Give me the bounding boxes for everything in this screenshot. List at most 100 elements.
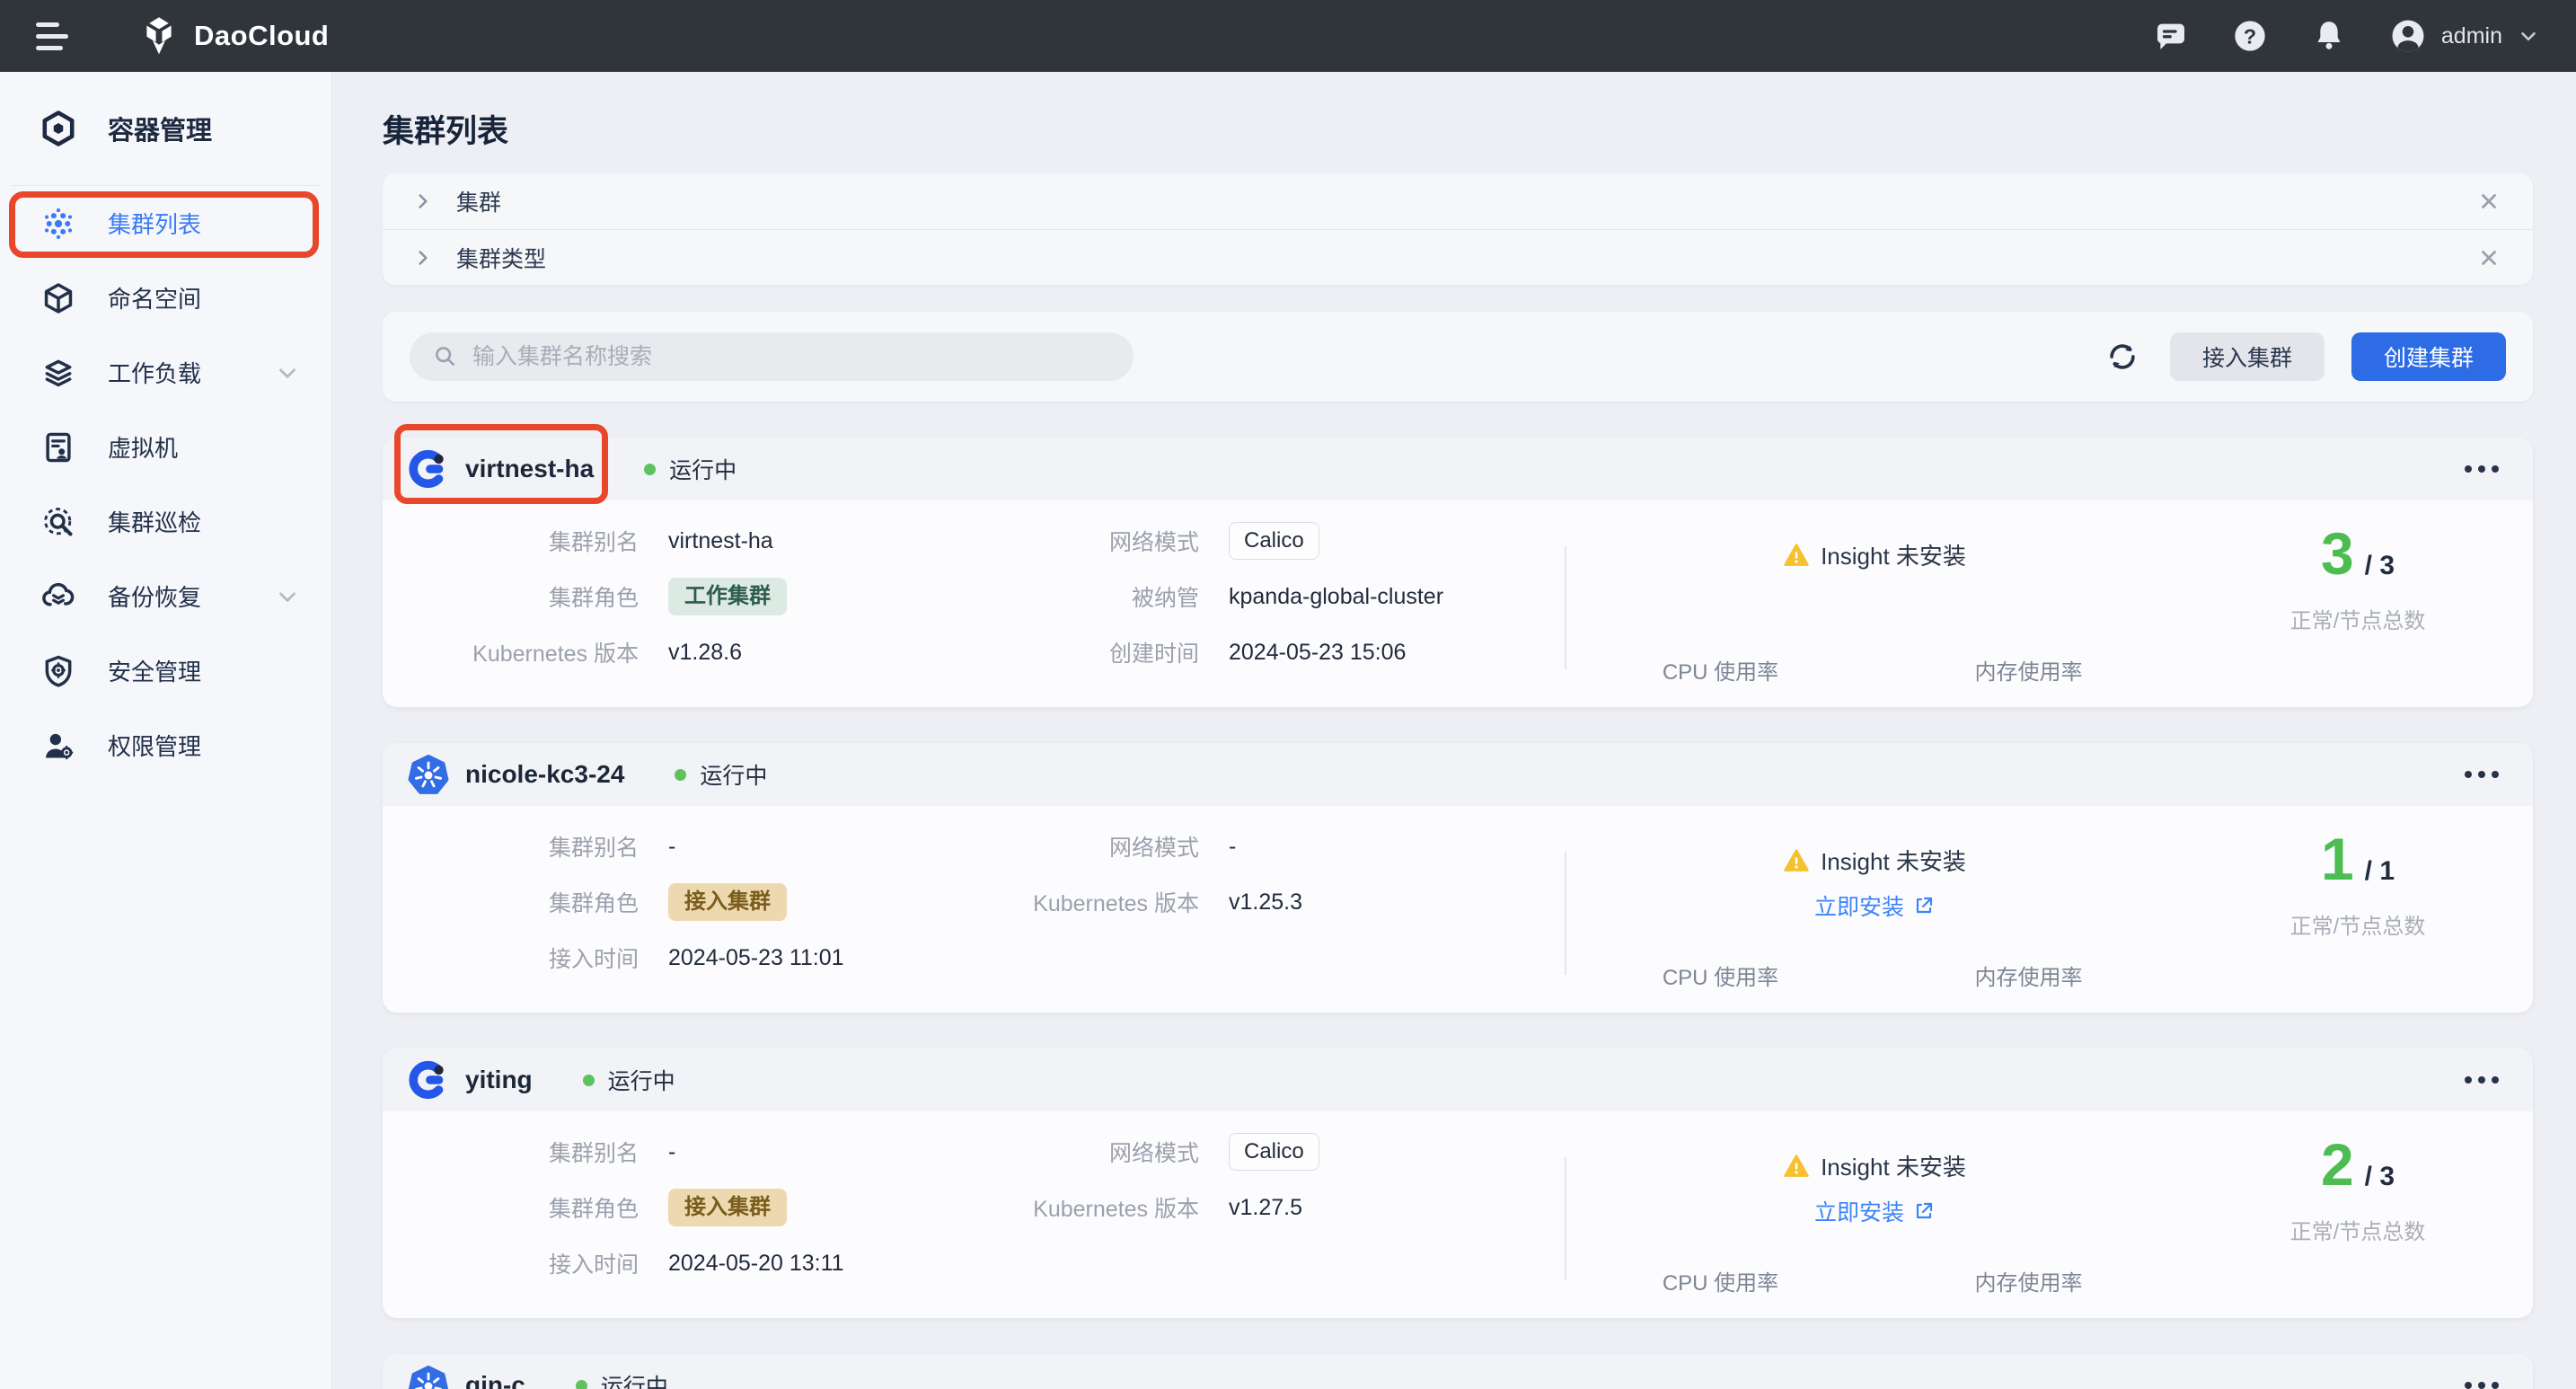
more-actions-button[interactable] bbox=[2465, 456, 2499, 482]
backup-restore-icon bbox=[41, 579, 75, 614]
search-icon bbox=[433, 344, 458, 369]
create-cluster-button[interactable]: 创建集群 bbox=[2351, 332, 2506, 381]
status-dot bbox=[583, 1075, 595, 1086]
cpu-usage-label: CPU 使用率 bbox=[1566, 654, 1875, 686]
insight-warning-text: Insight 未安装 bbox=[1821, 1149, 1966, 1182]
info-row: 集群角色 工作集群 bbox=[383, 569, 943, 624]
sidebar-item-virtual-machine[interactable]: 虚拟机 bbox=[0, 410, 331, 484]
install-now-link[interactable]: 立即安装 bbox=[1814, 889, 1935, 922]
sidebar-item-security-management[interactable]: 安全管理 bbox=[0, 633, 331, 708]
dao-cluster-icon bbox=[408, 1059, 449, 1101]
security-management-icon bbox=[41, 654, 75, 688]
dao-cluster-icon bbox=[408, 448, 449, 490]
info-row: 被纳管 kpanda-global-cluster bbox=[943, 569, 1565, 624]
cluster-role-badge: 接入集群 bbox=[668, 1189, 787, 1226]
insight-status: Insight 未安装 bbox=[1783, 844, 1966, 877]
sidebar-item-backup-restore[interactable]: 备份恢复 bbox=[0, 559, 331, 633]
insight-status: Insight 未安装 bbox=[1783, 538, 1966, 571]
close-icon[interactable] bbox=[2474, 243, 2504, 273]
more-actions-button[interactable] bbox=[2465, 762, 2499, 787]
nodes-summary: 2 / 3 正常/节点总数 bbox=[2183, 1124, 2533, 1318]
info-value: virtnest-ha bbox=[668, 528, 773, 554]
help-icon[interactable]: ? bbox=[2231, 17, 2269, 55]
info-label: 网络模式 bbox=[943, 525, 1199, 557]
search-input[interactable] bbox=[472, 344, 1110, 370]
external-link-icon bbox=[1913, 1200, 1935, 1222]
status-badge: 运行中 bbox=[675, 758, 767, 791]
sidebar-item-label: 备份恢复 bbox=[108, 579, 201, 613]
workload-icon bbox=[41, 356, 75, 390]
nodes-total-count: / 3 bbox=[2365, 551, 2395, 581]
search-box[interactable] bbox=[410, 332, 1134, 381]
info-row: Kubernetes 版本 v1.27.5 bbox=[943, 1180, 1565, 1235]
filter-row-cluster-type[interactable]: 集群类型 bbox=[383, 229, 2533, 285]
install-now-label: 立即安装 bbox=[1814, 889, 1904, 922]
info-label: Kubernetes 版本 bbox=[943, 1191, 1199, 1224]
hamburger-menu-icon[interactable] bbox=[36, 16, 75, 56]
user-menu[interactable]: admin bbox=[2389, 17, 2540, 55]
info-label: 网络模式 bbox=[943, 1136, 1199, 1168]
toolbar: 接入集群 创建集群 bbox=[383, 312, 2533, 402]
cluster-name[interactable]: gin-c bbox=[465, 1371, 525, 1389]
kubernetes-icon bbox=[408, 754, 449, 795]
close-icon[interactable] bbox=[2474, 186, 2504, 217]
more-actions-button[interactable] bbox=[2465, 1373, 2499, 1389]
info-label: 集群角色 bbox=[383, 1191, 639, 1224]
install-now-label: 立即安装 bbox=[1814, 1195, 1904, 1227]
sidebar-item-cluster-list[interactable]: 集群列表 bbox=[0, 186, 331, 261]
cluster-card: nicole-kc3-24 运行中 集群别名 - 集群角色 接入集群 bbox=[383, 743, 2533, 1013]
nodes-summary: 1 / 1 正常/节点总数 bbox=[2183, 818, 2533, 1013]
card-header: nicole-kc3-24 运行中 bbox=[383, 743, 2533, 806]
info-row: 创建时间 2024-05-23 15:06 bbox=[943, 624, 1565, 680]
more-actions-button[interactable] bbox=[2465, 1067, 2499, 1093]
info-value: 2024-05-23 15:06 bbox=[1229, 640, 1406, 666]
info-label: 集群角色 bbox=[383, 886, 639, 918]
memory-usage-label: 内存使用率 bbox=[1875, 960, 2183, 991]
insight-status: Insight 未安装 bbox=[1783, 1149, 1966, 1182]
avatar bbox=[2389, 17, 2427, 55]
info-row: 集群别名 virtnest-ha bbox=[383, 513, 943, 569]
info-value: - bbox=[1229, 834, 1236, 860]
info-value: v1.25.3 bbox=[1229, 889, 1302, 916]
info-row: Kubernetes 版本 v1.25.3 bbox=[943, 874, 1565, 930]
filter-label: 集群类型 bbox=[456, 242, 546, 274]
sidebar-item-namespace[interactable]: 命名空间 bbox=[0, 261, 331, 335]
nodes-ready-count: 1 bbox=[2321, 829, 2354, 889]
insight-warning-text: Insight 未安装 bbox=[1821, 538, 1966, 571]
cluster-name[interactable]: yiting bbox=[465, 1066, 533, 1094]
permission-management-icon bbox=[41, 729, 75, 763]
sidebar: 容器管理 集群列表 bbox=[0, 72, 332, 1389]
insight-warning-text: Insight 未安装 bbox=[1821, 844, 1966, 877]
nodes-caption: 正常/节点总数 bbox=[2290, 1214, 2426, 1245]
cluster-role-badge: 工作集群 bbox=[668, 578, 787, 615]
install-now-link[interactable]: 立即安装 bbox=[1814, 1195, 1935, 1227]
info-row: 集群角色 接入集群 bbox=[383, 1180, 943, 1235]
filter-panel: 集群 集群类型 bbox=[383, 173, 2533, 285]
cluster-name[interactable]: virtnest-ha bbox=[465, 455, 594, 483]
sidebar-item-permission-management[interactable]: 权限管理 bbox=[0, 708, 331, 783]
network-mode-badge: Calico bbox=[1229, 1133, 1319, 1171]
info-label: Kubernetes 版本 bbox=[383, 636, 639, 668]
warning-icon bbox=[1783, 1153, 1810, 1180]
info-value: v1.28.6 bbox=[668, 640, 742, 666]
memory-usage-label: 内存使用率 bbox=[1875, 1265, 2183, 1296]
sidebar-item-workload[interactable]: 工作负载 bbox=[0, 335, 331, 410]
info-row: 集群别名 - bbox=[383, 1124, 943, 1180]
nodes-total-count: / 1 bbox=[2365, 856, 2395, 887]
sidebar-item-cluster-inspection[interactable]: 集群巡检 bbox=[0, 484, 331, 559]
refresh-button[interactable] bbox=[2102, 336, 2143, 377]
bell-icon[interactable] bbox=[2310, 17, 2348, 55]
card-header: gin-c 运行中 bbox=[383, 1354, 2533, 1389]
cluster-name[interactable]: nicole-kc3-24 bbox=[465, 760, 624, 789]
attach-cluster-button[interactable]: 接入集群 bbox=[2170, 332, 2325, 381]
filter-row-cluster[interactable]: 集群 bbox=[383, 173, 2533, 229]
sidebar-item-label: 工作负载 bbox=[108, 356, 201, 389]
warning-icon bbox=[1783, 542, 1810, 569]
info-value: - bbox=[668, 834, 675, 860]
info-label: 集群别名 bbox=[383, 525, 639, 557]
card-body: 集群别名 - 集群角色 接入集群 接入时间 2024-05-20 13:11 网… bbox=[383, 1111, 2533, 1318]
info-row: 接入时间 2024-05-23 11:01 bbox=[383, 930, 943, 986]
cpu-usage-label: CPU 使用率 bbox=[1566, 1265, 1875, 1296]
info-row: 网络模式 Calico bbox=[943, 513, 1565, 569]
chat-icon[interactable] bbox=[2152, 17, 2190, 55]
